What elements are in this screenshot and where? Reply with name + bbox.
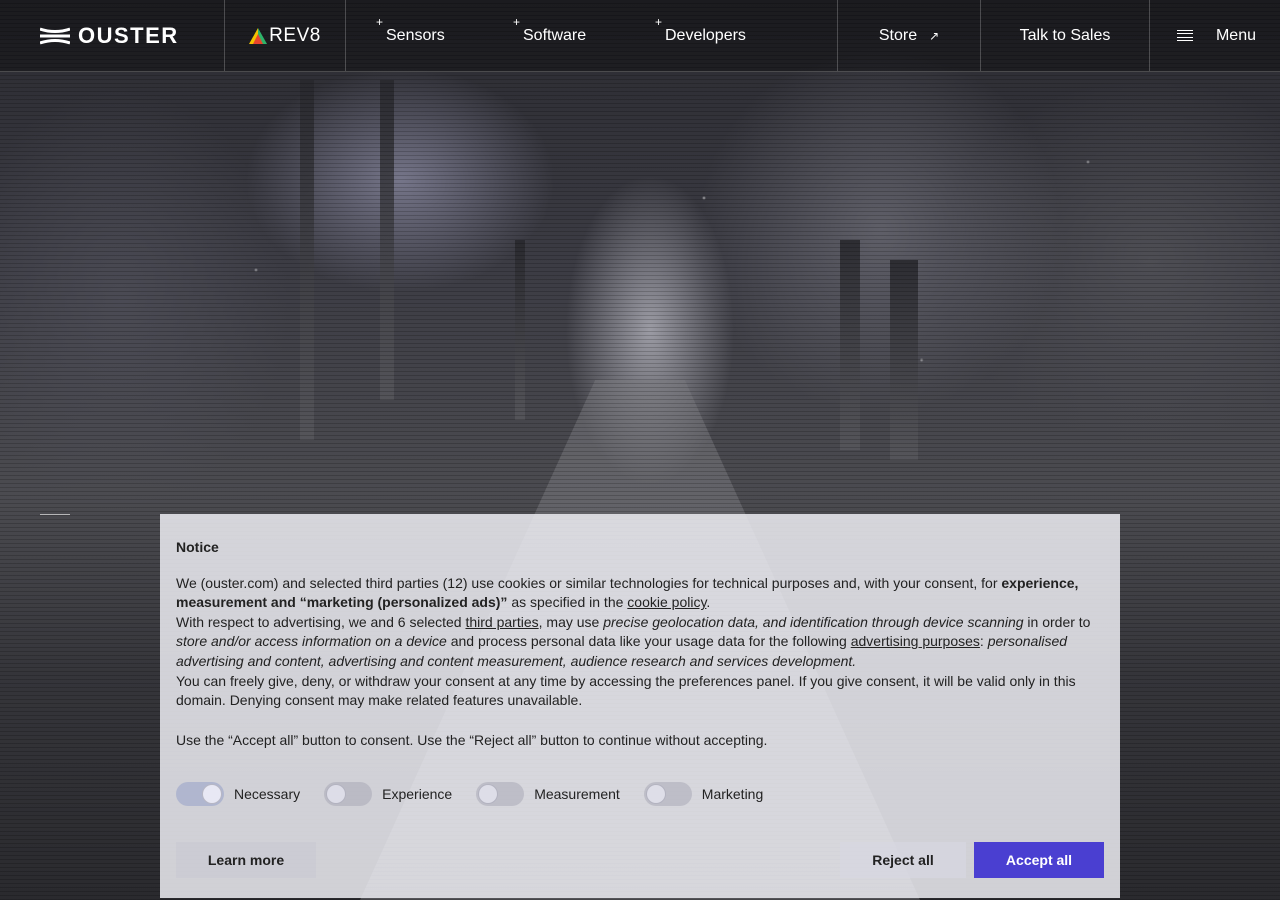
notice-text: and process personal data like your usag… (446, 633, 851, 650)
menu-label: Menu (1215, 26, 1256, 44)
plus-icon: + (513, 15, 521, 29)
rev8-link[interactable]: REV8 (225, 0, 346, 71)
store-link[interactable]: Store ↗ (837, 0, 981, 71)
notice-text: in order to (1023, 613, 1091, 630)
toggle-label: Experience (382, 785, 453, 802)
reject-all-button[interactable]: Reject all (840, 842, 966, 878)
advertising-purposes-link[interactable]: advertising purposes (851, 633, 980, 649)
notice-paragraph: We (ouster.com) and selected third parti… (176, 574, 1104, 613)
toggle-label: Necessary (234, 785, 301, 802)
notice-text-italic: precise geolocation data, and identifica… (603, 613, 1024, 630)
cookie-consent-notice: Notice We (ouster.com) and selected thir… (160, 514, 1120, 898)
nav-item-label: Sensors (386, 26, 445, 44)
notice-paragraph: You can freely give, deny, or withdraw y… (176, 672, 1076, 709)
notice-paragraph: With respect to advertising, we and 6 se… (176, 613, 1104, 672)
toggle-label: Measurement (534, 785, 620, 802)
external-arrow-icon: ↗ (929, 28, 940, 43)
plus-icon: + (376, 15, 384, 29)
notice-paragraph: Use the “Accept all” button to consent. … (176, 731, 768, 748)
notice-text: With respect to advertising, we and 6 se… (176, 613, 466, 630)
toggle-experience[interactable]: Experience (324, 782, 453, 807)
ouster-logo-icon (40, 27, 70, 44)
nav-item-label: Software (523, 26, 587, 44)
toggle-marketing[interactable]: Marketing (643, 782, 764, 807)
notice-text: : (979, 633, 988, 650)
talk-to-sales-link[interactable]: Talk to Sales (981, 0, 1150, 71)
plus-icon: + (655, 15, 663, 29)
toggle-necessary[interactable]: Necessary (176, 782, 301, 807)
notice-text: . (706, 594, 711, 611)
hamburger-menu-icon (1176, 29, 1193, 42)
notice-actions: Learn more Reject all Accept all (176, 842, 1104, 878)
measurement-switch[interactable] (476, 782, 525, 807)
nav-item-label: Developers (665, 26, 746, 44)
nav-item-developers[interactable]: + Developers (627, 0, 837, 71)
necessary-switch[interactable] (176, 782, 224, 807)
store-label: Store (878, 26, 918, 44)
consent-toggles: Necessary Experience Measurement Marketi… (176, 782, 1104, 807)
notice-text: as specified in the (507, 594, 628, 611)
rev8-triangle-icon (249, 27, 268, 44)
notice-text-italic: store and/or access information on a dev… (176, 633, 447, 650)
toggle-measurement[interactable]: Measurement (476, 782, 620, 807)
top-navigation: OUSTER REV8 + Sensors + Software + Devel… (0, 0, 1280, 72)
sales-label: Talk to Sales (1019, 26, 1111, 44)
marketing-switch[interactable] (643, 782, 692, 807)
rev8-label: REV8 (269, 24, 321, 46)
learn-more-button[interactable]: Learn more (176, 842, 316, 878)
notice-text: We (ouster.com) and selected third parti… (176, 574, 1002, 591)
hero-divider (40, 514, 70, 515)
notice-text: , may use (538, 613, 604, 630)
nav-item-sensors[interactable]: + Sensors (346, 0, 483, 71)
consent-button-group: Reject all Accept all (840, 842, 1104, 878)
cookie-policy-link[interactable]: cookie policy (627, 594, 706, 610)
experience-switch[interactable] (324, 782, 373, 807)
toggle-label: Marketing (701, 785, 764, 802)
menu-button[interactable]: Menu (1150, 0, 1280, 71)
brand-home-link[interactable]: OUSTER (0, 0, 225, 71)
third-parties-link[interactable]: third parties (465, 614, 538, 630)
nav-item-software[interactable]: + Software (483, 0, 627, 71)
brand-name: OUSTER (78, 22, 179, 48)
notice-title: Notice (176, 539, 219, 555)
accept-all-button[interactable]: Accept all (974, 842, 1104, 878)
